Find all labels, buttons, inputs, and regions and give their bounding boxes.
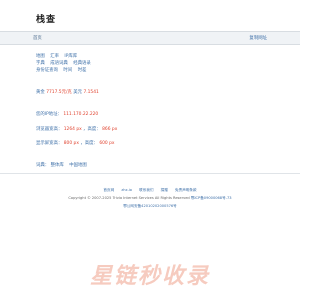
- footer-link-home[interactable]: 首页网: [103, 188, 114, 192]
- tool-link-map[interactable]: 地图: [36, 54, 45, 59]
- tools-row-2: 字典 成语词典 经典语录: [36, 60, 266, 67]
- ip-label: 您的IP地址：: [36, 112, 62, 117]
- tools-row-3: 身份证查询 时间 时差: [36, 67, 266, 74]
- tool-link-rate[interactable]: 汇率: [50, 54, 59, 59]
- nav-home-link[interactable]: 首页: [33, 35, 42, 41]
- footer-copyright-row: Copyright © 2007-2025 Trivia Internet Se…: [0, 194, 300, 202]
- usd-value: 7.1541: [83, 90, 99, 95]
- screen-size-row: 显示屏宽高： 800 px ，高度： 600 px: [36, 140, 266, 147]
- tool-link-quotes[interactable]: 经典语录: [73, 61, 91, 66]
- footer-link-domain[interactable]: zhx.io: [121, 188, 132, 192]
- tool-link-timezone[interactable]: 时差: [78, 68, 87, 73]
- main-content: 地图 汇率 IP库库 字典 成语词典 经典语录 身份证查询 时间 时差 黄金 7…: [36, 53, 266, 169]
- footer-link-donate[interactable]: 捐赠: [161, 188, 168, 192]
- footer-police-row: 鄂公网安备42010202000576号: [0, 202, 300, 210]
- top-navbar: 首页 复制网址: [0, 31, 300, 45]
- ip-value[interactable]: 111.170.22.220: [63, 112, 98, 117]
- browser-size-label: 浏览器宽高：: [36, 126, 63, 132]
- gold-label: 黄金: [36, 90, 45, 95]
- tools-row-1: 地图 汇率 IP库库: [36, 53, 266, 60]
- browser-size-row: 浏览器宽高： 1264 px ，高度： 866 px: [36, 126, 266, 133]
- gold-value: 7717.5元/克: [46, 90, 72, 95]
- tool-link-idcard[interactable]: 身份证查询: [36, 68, 58, 73]
- footer-link-contact[interactable]: 联系我们: [139, 188, 153, 192]
- screen-size-label: 显示屏宽高：: [36, 141, 63, 146]
- watermark: 星链秒收录: [89, 264, 210, 289]
- gold-price-row: 黄金 7717.5元/克 美元 7.1541: [36, 89, 266, 96]
- footer: 首页网 zhx.io 联系我们 捐赠 免责声明条款 Copyright © 20…: [0, 186, 300, 210]
- tool-link-time[interactable]: 时间: [63, 68, 72, 73]
- copyright-text: Copyright © 2007-2025 Trivia Internet Se…: [68, 196, 190, 200]
- site-logo[interactable]: 栈查: [36, 12, 56, 25]
- extra-link-1[interactable]: 整体库: [51, 163, 64, 168]
- browser-height-value: 866 px: [102, 126, 118, 132]
- extra-label: 词典：: [36, 163, 50, 168]
- tool-link-ip[interactable]: IP库库: [64, 54, 77, 59]
- screen-height-value: 600 px: [99, 141, 115, 146]
- footer-links: 首页网 zhx.io 联系我们 捐赠 免责声明条款: [0, 186, 300, 194]
- screen-height-label: ，高度：: [80, 141, 98, 146]
- footer-link-disclaimer[interactable]: 免责声明条款: [175, 188, 197, 192]
- browser-width-value: 1264 px: [63, 126, 82, 132]
- extra-links-row: 词典： 整体库 中国地图: [36, 162, 266, 169]
- copy-address-link[interactable]: 复制网址: [249, 35, 267, 41]
- ip-row: 您的IP地址： 111.170.22.220: [36, 111, 266, 118]
- browser-height-label: ，高度：: [83, 126, 101, 132]
- screen-width-value: 800 px: [63, 141, 79, 146]
- tool-link-idioms[interactable]: 成语词典: [50, 61, 68, 66]
- icp-link[interactable]: 鄂ICP备09000068号-73: [191, 196, 232, 200]
- footer-divider: [0, 173, 300, 174]
- police-beian-link[interactable]: 鄂公网安备42010202000576号: [123, 204, 177, 208]
- extra-link-2[interactable]: 中国地图: [69, 163, 87, 168]
- tool-link-dictionary[interactable]: 字典: [36, 61, 45, 66]
- usd-label: 美元: [73, 90, 83, 95]
